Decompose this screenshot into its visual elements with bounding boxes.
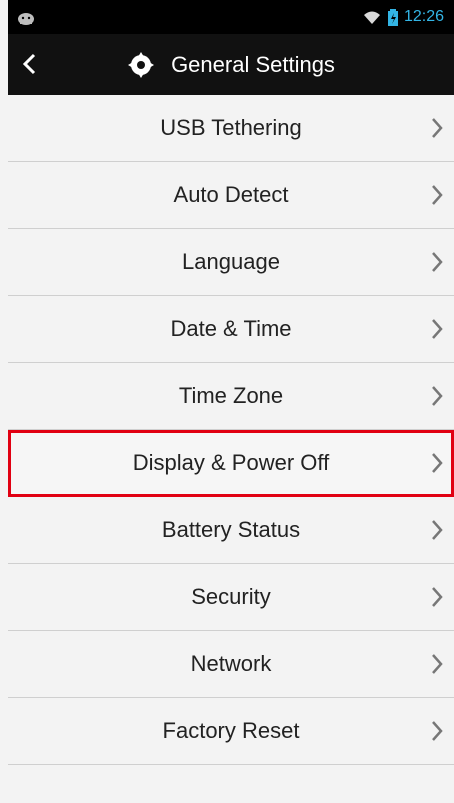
list-item-label: USB Tethering: [160, 115, 302, 140]
chevron-right-icon: [432, 185, 443, 205]
chevron-right-icon: [432, 654, 443, 674]
list-item-label: Security: [191, 584, 271, 609]
chevron-right-icon: [432, 118, 443, 138]
list-item-label: Language: [182, 249, 280, 274]
list-item-date-time[interactable]: Date & Time: [8, 296, 454, 363]
list-item-label: Display & Power Off: [132, 450, 330, 475]
chevron-right-icon: [432, 587, 443, 607]
status-time: 12:26: [403, 8, 444, 25]
title-wrap: General Settings: [8, 34, 454, 95]
chevron-right-icon: [432, 453, 443, 473]
chevron-right-icon: [432, 252, 443, 272]
list-item-time-zone[interactable]: Time Zone: [8, 363, 454, 430]
list-item-factory-reset[interactable]: Factory Reset: [8, 698, 454, 765]
list-item-auto-detect[interactable]: Auto Detect: [8, 162, 454, 229]
battery-icon: [387, 9, 398, 26]
list-item-label: Network: [190, 651, 272, 676]
chevron-right-icon: [432, 386, 443, 406]
list-item-label: Time Zone: [178, 383, 284, 408]
list-item-display-power-off[interactable]: Display & Power Off: [8, 430, 454, 497]
chevron-right-icon: [432, 520, 443, 540]
settings-gear-icon: [128, 51, 155, 78]
list-item-battery-status[interactable]: Battery Status: [8, 497, 454, 564]
list-item-label: Factory Reset: [162, 718, 300, 743]
title-bar: General Settings: [8, 34, 454, 95]
list-item-network[interactable]: Network: [8, 631, 454, 698]
chevron-right-icon: [432, 319, 443, 339]
list-item-security[interactable]: Security: [8, 564, 454, 631]
chevron-right-icon: [432, 721, 443, 741]
list-item-usb-tethering[interactable]: USB Tethering: [8, 95, 454, 162]
list-item-label: Date & Time: [170, 316, 292, 341]
page-title: General Settings: [171, 51, 335, 77]
android-icon: [18, 13, 34, 25]
status-right: 12:26: [362, 8, 444, 26]
list-item-label: Battery Status: [161, 517, 301, 542]
status-bar: 12:26: [8, 0, 454, 34]
wifi-icon: [363, 11, 380, 24]
list-item-label: Auto Detect: [173, 182, 289, 207]
settings-list: USB Tethering Auto Detect Language Date …: [8, 95, 454, 765]
list-item-language[interactable]: Language: [8, 229, 454, 296]
